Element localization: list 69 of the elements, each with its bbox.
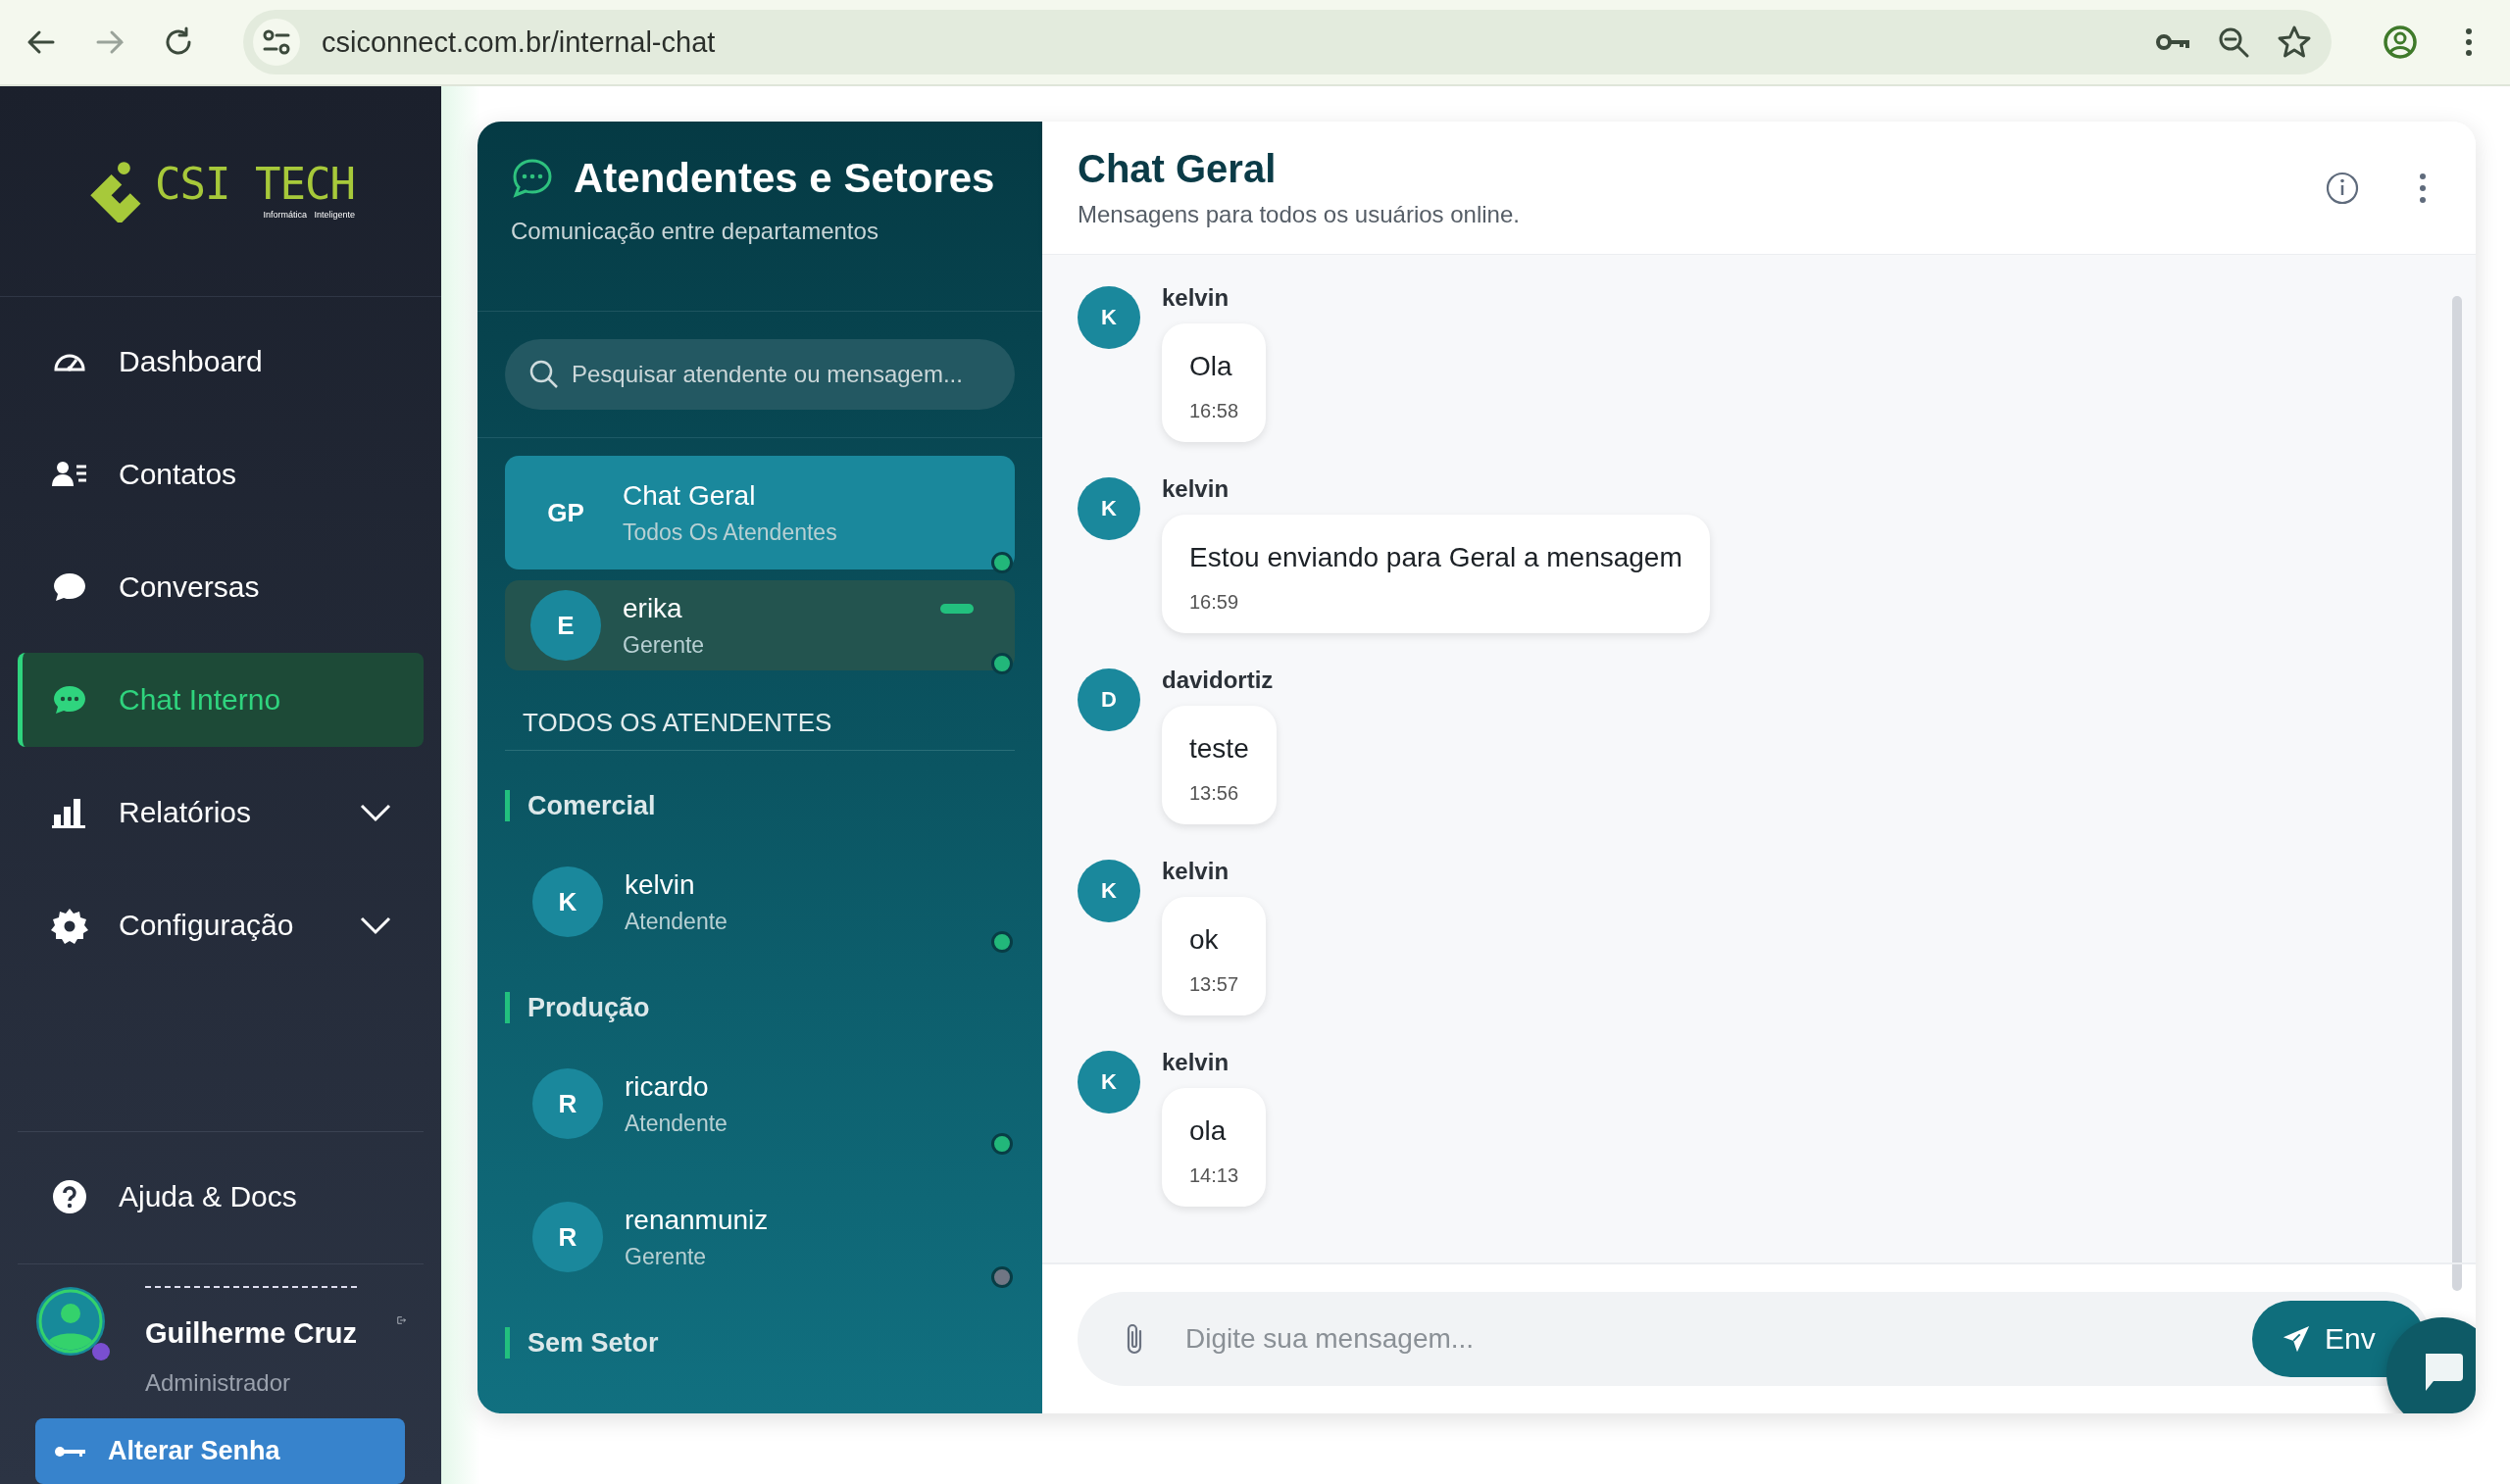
- change-password-button[interactable]: Alterar Senha: [35, 1418, 405, 1484]
- nav-item[interactable]: Chat Interno: [18, 653, 424, 747]
- chat-subtitle: Mensagens para todos os usuários online.: [1078, 201, 1521, 228]
- nav-item[interactable]: Conversas: [18, 540, 424, 634]
- sector-heading: Sem Setor: [505, 1327, 1015, 1359]
- logo-text: CSI TECH: [155, 163, 355, 206]
- sender-name: kelvin: [1162, 284, 1230, 312]
- message-text: ola: [1189, 1115, 1228, 1147]
- info-icon[interactable]: [2325, 170, 2360, 206]
- panel-title: Atendentes e Setores: [574, 155, 995, 202]
- contact-role: Todos Os Atendentes: [623, 519, 838, 546]
- search-icon: [528, 359, 560, 390]
- chat-title: Chat Geral: [1078, 147, 1278, 191]
- user-name: Guilherme Cruz: [145, 1317, 357, 1350]
- search-field[interactable]: Pesquisar atendente ou mensagem...: [505, 339, 1015, 410]
- sector-heading: Comercial: [505, 790, 1015, 821]
- contact-name: renanmuniz: [625, 1204, 770, 1236]
- contact-item[interactable]: R renanmuniz Gerente: [505, 1186, 1015, 1288]
- nav-item[interactable]: Dashboard: [18, 315, 424, 409]
- avatar: GP: [546, 496, 585, 529]
- contact-item[interactable]: K kelvin Atendente: [505, 851, 1015, 953]
- chat-dots-icon: [511, 157, 554, 200]
- nav-item[interactable]: Configuração: [18, 878, 424, 972]
- avatar: R: [532, 1202, 603, 1272]
- contact-role: Gerente: [625, 1243, 708, 1270]
- contact-role: Atendente: [625, 1110, 728, 1137]
- nav-item[interactable]: Ajuda & Docs: [18, 1150, 424, 1244]
- sector-heading: Produção: [505, 992, 1015, 1023]
- help-icon: [50, 1177, 89, 1216]
- message-text: ok: [1189, 924, 1220, 956]
- message-text: teste: [1189, 733, 1249, 765]
- sender-name: kelvin: [1162, 475, 1230, 503]
- message-text: Estou enviando para Geral a mensagem: [1189, 542, 1682, 573]
- contact-name: kelvin: [625, 868, 696, 901]
- scrollbar[interactable]: [2452, 296, 2462, 1291]
- message-time: 14:13: [1189, 1164, 1239, 1187]
- avatar: K: [1078, 860, 1140, 922]
- sender-name: kelvin: [1162, 1049, 1230, 1076]
- contact-name: erika: [623, 592, 683, 624]
- message-time: 16:58: [1189, 400, 1239, 422]
- sender-name: davidortiz: [1162, 667, 1274, 694]
- message-time: 13:56: [1189, 782, 1240, 805]
- contact-role: Gerente: [623, 631, 706, 659]
- paper-plane-icon: [2282, 1324, 2311, 1354]
- avatar: K: [1078, 286, 1140, 349]
- status-dot: [92, 1343, 110, 1360]
- message-time: 13:57: [1189, 973, 1239, 996]
- sender-name: kelvin: [1162, 858, 1230, 885]
- avatar: K: [1078, 477, 1140, 540]
- nav-item[interactable]: Contatos: [18, 427, 424, 521]
- nav-item[interactable]: Relatórios: [18, 766, 424, 860]
- avatar: D: [1078, 668, 1140, 731]
- panel-subtitle: Comunicação entre departamentos: [511, 218, 879, 245]
- avatar: R: [532, 1068, 603, 1139]
- section-label: TODOS OS ATENDENTES: [505, 708, 1015, 751]
- avatar: E: [530, 590, 601, 661]
- site-settings-button[interactable]: [253, 19, 300, 66]
- user-avatar-icon: [35, 1286, 106, 1357]
- avatar: K: [532, 866, 603, 937]
- avatar: K: [1078, 1051, 1140, 1113]
- contact-item[interactable]: R ricardo Atendente: [505, 1053, 1015, 1155]
- contact-name: ricardo: [625, 1070, 710, 1103]
- logo-tagline: Informática Inteligente: [263, 210, 355, 220]
- contact-name: Chat Geral: [623, 479, 757, 512]
- user-role: Administrador: [145, 1369, 292, 1397]
- message-text: Ola: [1189, 351, 1233, 382]
- message-time: 16:59: [1189, 591, 1240, 614]
- contact-role: Atendente: [625, 908, 728, 935]
- profile-icon[interactable]: [2381, 23, 2420, 62]
